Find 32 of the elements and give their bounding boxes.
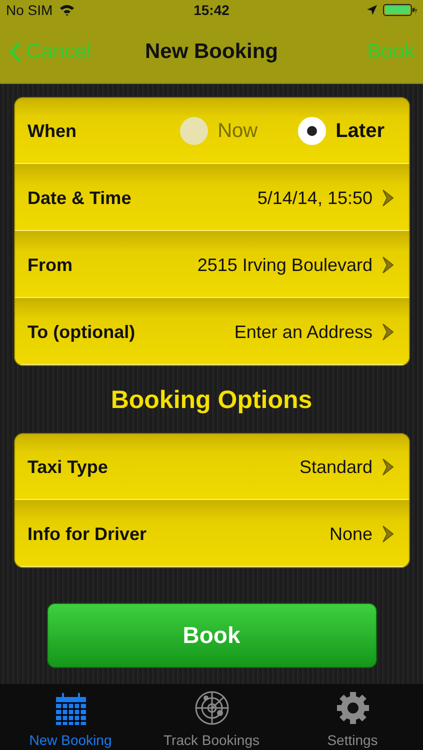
radio-option[interactable]: Now — [180, 117, 258, 145]
row-value[interactable]: None — [329, 524, 372, 544]
radio-option[interactable]: Later — [298, 117, 384, 145]
chevron-icon — [380, 524, 394, 544]
chevron-icon — [380, 457, 394, 477]
tab[interactable]: New Booking — [0, 684, 140, 750]
row-label: Taxi Type — [28, 456, 108, 478]
settings-icon — [334, 690, 370, 726]
calendar-icon — [54, 692, 88, 726]
chevron-icon — [380, 255, 394, 275]
row-value[interactable]: Standard — [299, 456, 372, 478]
tab[interactable]: Settings — [282, 684, 422, 750]
row-label: To (optional) — [28, 322, 136, 342]
screen-title: New Booking — [145, 40, 278, 64]
wifi-icon — [58, 4, 75, 16]
row-label: When — [28, 120, 76, 142]
row-value[interactable]: 5/14/14, 15:50 — [257, 188, 372, 208]
battery-icon — [383, 4, 417, 16]
clock-time: 15:42 — [194, 2, 230, 18]
location-arrow-icon — [367, 5, 377, 15]
tab[interactable]: Track Bookings — [142, 684, 282, 750]
row-value[interactable]: Enter an Address — [234, 322, 372, 342]
row-label: Info for Driver — [28, 524, 147, 544]
row-label: Date & Time — [28, 188, 132, 208]
chevron-icon — [380, 322, 394, 342]
row-value[interactable]: 2515 Irving Boulevard — [197, 254, 372, 276]
chevron-icon — [380, 188, 394, 208]
carrier-label: No SIM — [6, 2, 53, 18]
row-label: From — [28, 254, 72, 276]
back-chevron-icon — [8, 40, 22, 62]
radar-icon — [194, 690, 230, 726]
section-heading: Booking Options — [110, 386, 312, 415]
